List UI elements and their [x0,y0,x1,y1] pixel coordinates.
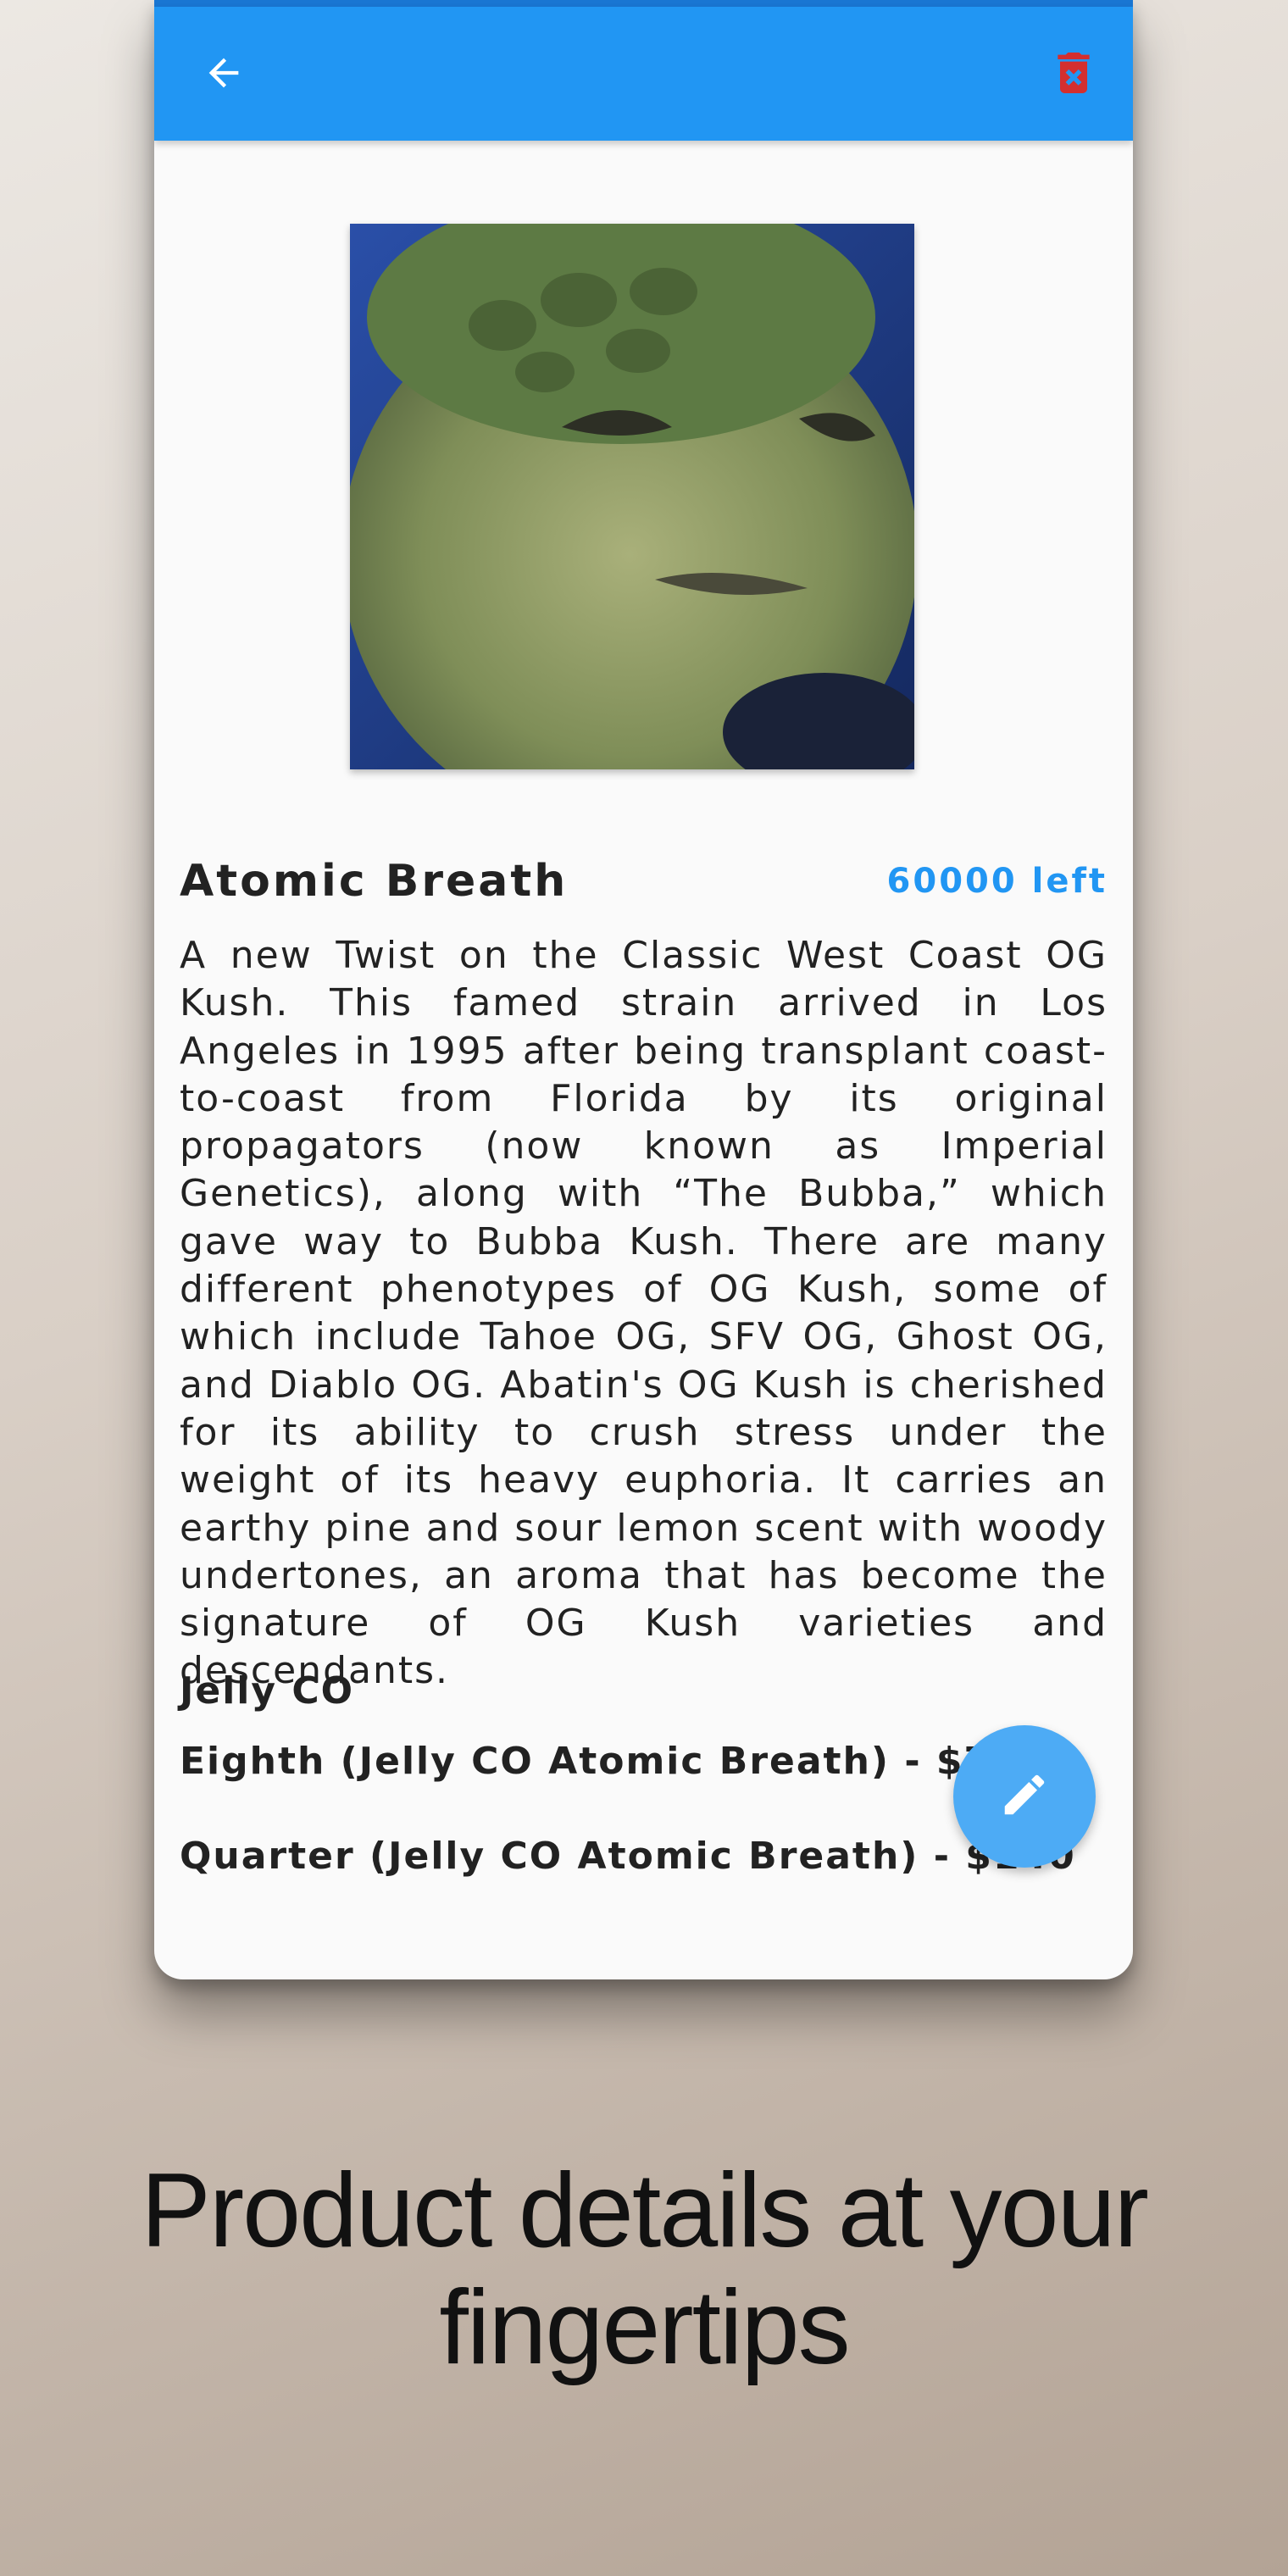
tagline-line-1: Product details at your [141,2152,1149,2269]
app-bar [154,7,1133,141]
back-button[interactable] [190,41,258,108]
option-item-quarter[interactable]: Quarter (Jelly CO Atomic Breath) - $140 [180,1835,1076,1878]
product-title: Atomic Breath [180,856,569,907]
marketing-tagline: Product details at your fingertips [0,2152,1288,2386]
pencil-edit-icon [998,1768,1051,1824]
status-bar [154,0,1133,7]
edit-fab-button[interactable] [953,1725,1096,1868]
delete-button[interactable] [1040,41,1108,108]
product-description: A new Twist on the Classic West Coast OG… [180,934,1108,1693]
title-row: Atomic Breath 60000 left [180,852,1108,911]
brand-name: Jelly CO [180,1669,355,1713]
stock-count: 60000 left [886,862,1108,901]
arrow-left-icon [202,51,246,98]
tagline-line-2: fingertips [439,2269,850,2386]
delete-forever-icon [1046,46,1101,103]
phone-frame: Atomic Breath 60000 left A new Twist on … [154,0,1133,1979]
option-item-eighth[interactable]: Eighth (Jelly CO Atomic Breath) - $70 [180,1740,1019,1783]
product-image [350,224,914,769]
